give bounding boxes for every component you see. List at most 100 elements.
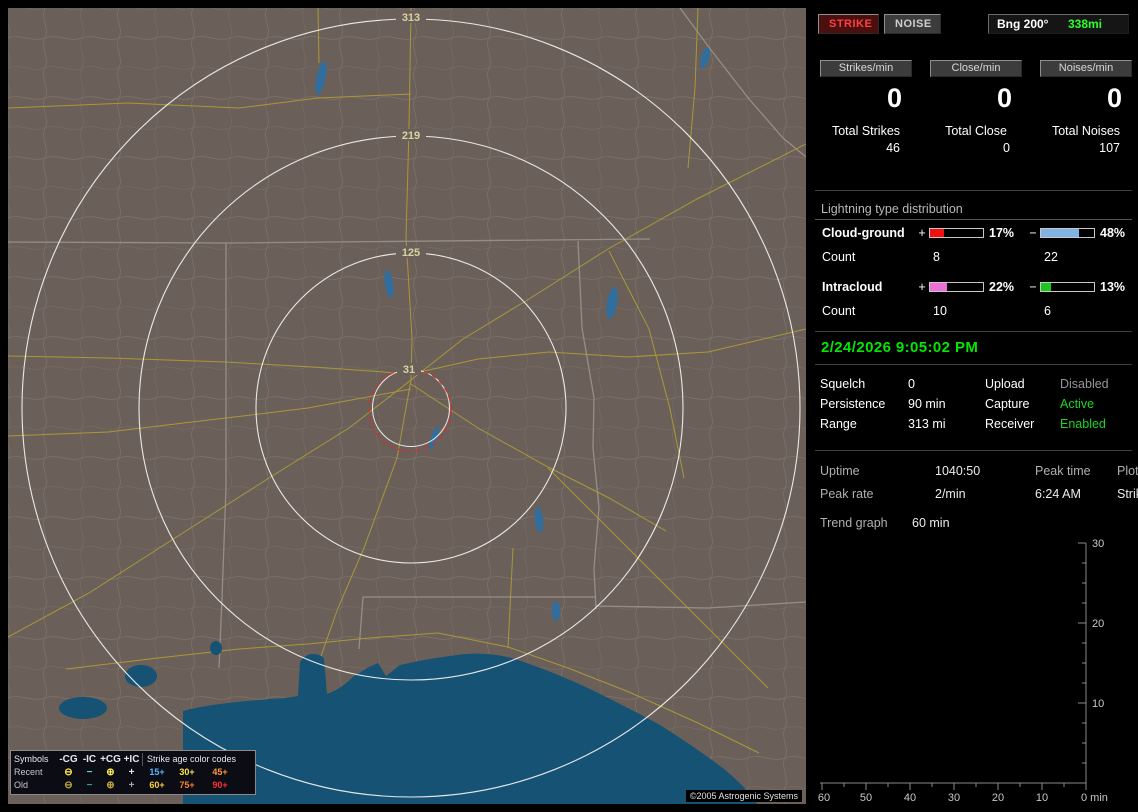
y-tick-20: 20 [1092,618,1104,630]
trend-axes [820,542,1087,790]
settings-row: Squelch 0 Upload Disabled [815,374,1132,394]
peak-time-value: 6:24 AM [1035,487,1081,501]
peak-rate-label: Peak rate [820,487,874,501]
pos-ic-old-icon: + [128,780,135,791]
bearing-range-value: 338mi [1067,17,1102,31]
legend-symbols-header: Symbols [14,754,49,764]
uptime-label: Uptime [820,464,860,478]
cg-positive-count: 8 [933,250,940,264]
y-tick-30: 30 [1092,538,1104,550]
cloud-ground-label: Cloud-ground [822,226,905,240]
uptime-value: 1040:50 [935,464,981,478]
noises-per-min-header[interactable]: Noises/min [1040,60,1132,77]
legend-type-neg-ic: -IC [82,754,97,765]
ring-label-31: 31 [403,364,415,376]
legend-recent-label: Recent [14,767,43,777]
trend-graph-header: Trend graph 60 min [815,516,1132,530]
age-45: 45+ [212,767,228,777]
count-label: Count [822,304,856,318]
x-tick-50: 50 [860,792,872,804]
x-tick-20: 20 [992,792,1004,804]
age-60: 60+ [149,780,165,790]
neg-ic-old-icon: − [86,780,93,791]
ic-positive-pct: 22% [989,280,1015,294]
trend-graph: 30 20 10 60 50 40 30 20 10 0 min [818,538,1108,804]
noises-per-min-value: 0 [1106,83,1122,113]
divider [815,190,1132,191]
squelch-value: 0 [908,377,915,391]
noise-button[interactable]: NOISE [884,14,941,34]
total-strikes-value: 46 [886,141,900,155]
clock-readout: 2/24/2026 9:05:02 PM [821,339,979,356]
legend-old-label: Old [14,780,29,790]
close-per-min-value: 0 [996,83,1012,113]
x-tick-0-min: 0 min [1081,792,1108,804]
trend-window-value: 60 min [912,516,950,530]
close-column: Close/min 0 Total Close 0 [930,60,1022,155]
neg-cg-recent-icon: ⊖ [64,767,73,778]
y-tick-10: 10 [1092,698,1104,710]
lake [552,601,560,621]
ring-label-125: 125 [402,247,420,259]
pos-cg-old-icon: ⊕ [106,780,115,791]
squelch-label: Squelch [820,377,866,391]
x-tick-30: 30 [948,792,960,804]
age-90: 90+ [212,780,228,790]
upload-label: Upload [985,377,1025,391]
trend-axis-labels: 30 20 10 60 50 40 30 20 10 0 min [818,538,1108,804]
minus-sign: − [1029,280,1037,294]
status-panel: Uptime 1040:50 Peak time Plot Peak rate … [815,460,1138,506]
lake [59,697,107,719]
peak-rate-value: 2/min [935,487,966,501]
total-strikes-label: Total Strikes [831,124,901,138]
x-tick-40: 40 [904,792,916,804]
cg-negative-bar-fill [1041,229,1080,237]
ic-negative-count: 6 [1044,304,1051,318]
strike-button[interactable]: STRIKE [818,14,879,34]
cg-positive-bar [929,228,984,238]
range-label: Range [820,417,857,431]
ic-negative-bar [1040,282,1095,292]
peak-time-label: Peak time [1035,464,1091,478]
legend-type-neg-cg: -CG [59,754,78,765]
cg-negative-bar [1040,228,1095,238]
plot-mode-toolbar: STRIKE NOISE Bng 200° 338mi [815,14,1132,36]
x-tick-60: 60 [818,792,830,804]
plot-label: Plot [1117,464,1138,478]
upload-status: Disabled [1060,377,1109,391]
strikes-per-min-value: 0 [886,83,902,113]
sidebar: STRIKE NOISE Bng 200° 338mi Strikes/min … [815,8,1138,806]
legend-type-pos-cg: +CG [100,754,121,765]
trend-graph-label: Trend graph [820,516,888,530]
range-value: 313 mi [908,417,946,431]
ic-positive-bar [929,282,984,292]
divider [815,450,1132,451]
capture-status: Active [1060,397,1095,411]
plot-value: Strike [1117,487,1138,501]
total-close-value: 0 [1003,141,1010,155]
age-30: 30+ [179,767,195,777]
cg-negative-count: 22 [1044,250,1058,264]
cg-positive-pct: 17% [989,226,1015,240]
map-view[interactable]: 313 219 125 31 Symbols -CG -IC +CG +IC S… [8,8,806,804]
cloud-ground-row: Cloud-ground + 17% − 48% [815,226,1132,240]
settings-row: Persistence 90 min Capture Active [815,394,1132,414]
ic-positive-count: 10 [933,304,947,318]
bearing-readout: Bng 200° 338mi [988,14,1129,34]
minus-sign: − [1029,226,1037,240]
receiver-label: Receiver [985,417,1035,431]
status-row: Uptime 1040:50 Peak time Plot [815,460,1138,483]
pos-ic-recent-icon: + [128,767,135,778]
count-label: Count [822,250,856,264]
ic-negative-bar-fill [1041,283,1052,291]
persistence-label: Persistence [820,397,886,411]
close-per-min-header[interactable]: Close/min [930,60,1022,77]
cg-negative-pct: 48% [1100,226,1126,240]
strikes-per-min-header[interactable]: Strikes/min [820,60,912,77]
pos-cg-recent-icon: ⊕ [106,767,115,778]
plus-sign: + [918,226,926,240]
intracloud-count-row: Count 10 6 [815,304,1132,318]
rate-panel: Strikes/min 0 Total Strikes 46 Close/min… [815,60,1132,155]
divider [815,364,1132,365]
x-tick-10: 10 [1036,792,1048,804]
